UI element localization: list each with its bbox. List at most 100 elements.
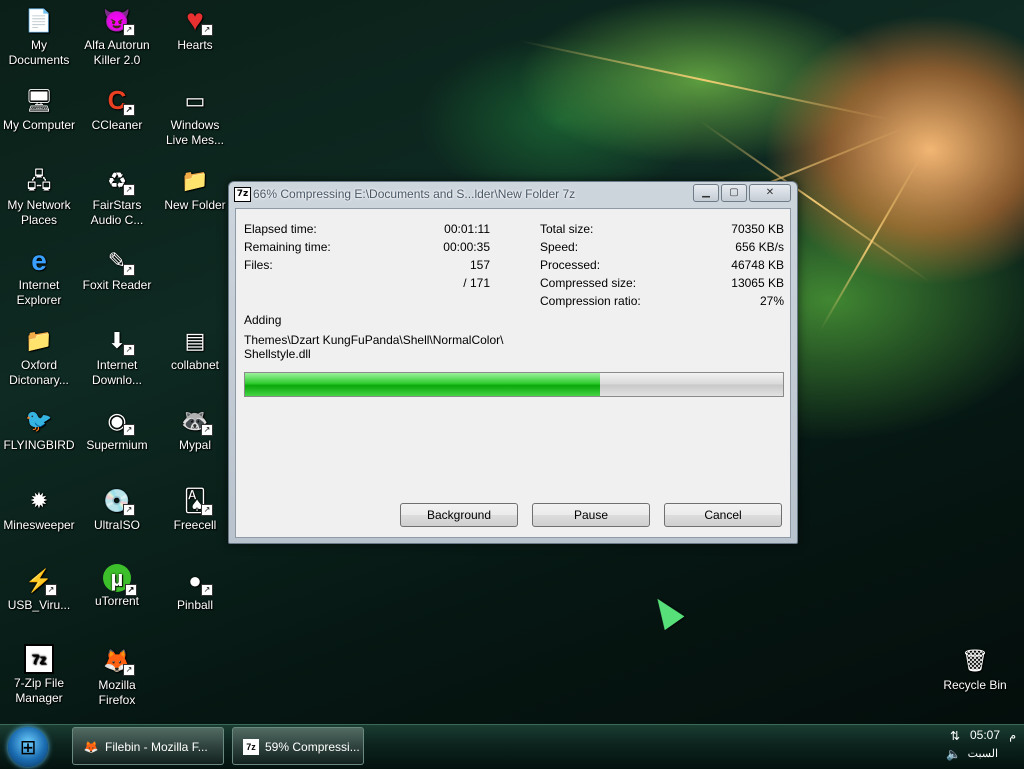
- total-size-label: Total size:: [540, 222, 594, 236]
- desktop-icon-alfa-autorun[interactable]: 😈 ↗ Alfa Autorun Killer 2.0: [77, 4, 157, 68]
- freecell-icon: 🂡 ↗: [179, 484, 213, 516]
- speed-label: Speed:: [540, 240, 579, 254]
- desktop-icon-internet-download[interactable]: ⬇ ↗ Internet Downlo...: [77, 324, 157, 388]
- shortcut-arrow-icon: ↗: [123, 664, 135, 676]
- fairstars-icon: ♻ ↗: [101, 164, 135, 196]
- desktop-icon-utorrent[interactable]: µ ↗ uTorrent: [77, 564, 157, 609]
- windows-logo-icon: ⊞: [19, 735, 37, 759]
- compression-progress-bar: [244, 372, 784, 397]
- desktop-icon-pinball[interactable]: ● ↗ Pinball: [155, 564, 235, 613]
- desktop-icon-minesweeper[interactable]: ✹ Minesweeper: [0, 484, 79, 533]
- desktop-icon-windows-live-messenger[interactable]: ▭ Windows Live Mes...: [155, 84, 235, 148]
- desktop-icon-hearts[interactable]: ♥ ↗ Hearts: [155, 4, 235, 53]
- desktop-icon-label: Mypal: [178, 438, 211, 452]
- desktop-icon-internet-explorer[interactable]: e Internet Explorer: [0, 244, 79, 308]
- ultraiso-icon: 💿 ↗: [101, 484, 135, 516]
- taskbar-item-7zip[interactable]: 7z 59% Compressi...: [232, 727, 364, 765]
- desktop-icon-label: 7-Zip File Manager: [13, 676, 64, 705]
- supermium-icon: ◉ ↗: [101, 404, 135, 436]
- start-button[interactable]: ⊞: [8, 727, 48, 767]
- shortcut-arrow-icon: ↗: [123, 24, 135, 36]
- processed-value: 46748 KB: [731, 258, 784, 272]
- shortcut-arrow-icon: ↗: [123, 264, 135, 276]
- desktop-icon-label: UltraISO: [93, 518, 140, 532]
- shortcut-arrow-icon: ↗: [123, 504, 135, 516]
- shortcut-arrow-icon: ↗: [123, 184, 135, 196]
- desktop-icon-oxford-dictionary[interactable]: 📁 Oxford Dictonary...: [0, 324, 79, 388]
- total-size-row: Total size: 70350 KB: [540, 221, 784, 237]
- system-tray: ⇅ 🔈 05:07 م السبت: [928, 725, 1024, 769]
- desktop-icon-foxit-reader[interactable]: ✎ ↗ Foxit Reader: [77, 244, 157, 293]
- desktop-icon-7zip-manager[interactable]: 7z 7-Zip File Manager: [0, 644, 79, 706]
- speaker-icon[interactable]: 🔈: [946, 747, 961, 761]
- desktop-icon-fairstars[interactable]: ♻ ↗ FairStars Audio C...: [77, 164, 157, 228]
- files-label: Files:: [244, 258, 273, 272]
- desktop-icon-label: uTorrent: [94, 594, 140, 608]
- desktop-icon-flyingbird[interactable]: 🐦 FLYINGBIRD: [0, 404, 79, 453]
- remaining-label: Remaining time:: [244, 240, 331, 254]
- shortcut-arrow-icon: ↗: [123, 344, 135, 356]
- desktop-icon-ccleaner[interactable]: C ↗ CCleaner: [77, 84, 157, 133]
- window-controls: ▁ ▢ ✕: [691, 184, 791, 202]
- dialog-title: 66% Compressing E:\Documents and S...lde…: [253, 187, 576, 201]
- elapsed-label: Elapsed time:: [244, 222, 317, 236]
- desktop-icon-label: New Folder: [164, 198, 226, 212]
- taskbar-item-firefox[interactable]: 🦊 Filebin - Mozilla F...: [72, 727, 224, 765]
- total-size-value: 70350 KB: [731, 222, 784, 236]
- remaining-row: Remaining time: 00:00:35: [244, 239, 490, 255]
- pause-button[interactable]: Pause: [532, 503, 650, 527]
- desktop-icon-label: Recycle Bin: [943, 678, 1007, 692]
- clock-time[interactable]: 05:07: [970, 728, 1000, 742]
- compression-ratio-label: Compression ratio:: [540, 294, 641, 308]
- taskbar-item-label: 59% Compressi...: [265, 740, 360, 754]
- background-button[interactable]: Background: [400, 503, 518, 527]
- desktop-icon-label: FairStars Audio C...: [90, 198, 144, 227]
- close-button[interactable]: ✕: [749, 184, 791, 202]
- shortcut-arrow-icon: ↗: [125, 584, 137, 596]
- cancel-button[interactable]: Cancel: [664, 503, 782, 527]
- compressed-size-value: 13065 KB: [731, 276, 784, 290]
- desktop-icon-my-documents[interactable]: 📄 My Documents: [0, 4, 79, 68]
- minimize-button[interactable]: ▁: [693, 184, 719, 202]
- firefox-icon: 🦊: [83, 740, 99, 754]
- desktop-icon-label: Oxford Dictonary...: [9, 358, 69, 387]
- desktop-icon-my-computer[interactable]: 🖥 My Computer: [0, 84, 79, 133]
- desktop-icon-new-folder[interactable]: 📁 New Folder: [155, 164, 235, 213]
- files-total-row: / 171: [244, 275, 490, 291]
- desktop-icon-label: My Network Places: [7, 198, 71, 227]
- speed-row: Speed: 656 KB/s: [540, 239, 784, 255]
- compression-ratio-value: 27%: [759, 294, 784, 308]
- 7zip-manager-icon: 7z: [24, 644, 54, 674]
- desktop-icon-supermium[interactable]: ◉ ↗ Supermium: [77, 404, 157, 453]
- current-path-line2: Shellstyle.dll: [244, 347, 311, 361]
- desktop-icon-freecell[interactable]: 🂡 ↗ Freecell: [155, 484, 235, 533]
- shortcut-arrow-icon: ↗: [201, 24, 213, 36]
- desktop-icon-firefox[interactable]: 🦊 ↗ Mozilla Firefox: [77, 644, 157, 708]
- clock-day: السبت: [967, 748, 998, 760]
- wallpaper-streak: [519, 40, 892, 121]
- desktop-icon-label: Internet Explorer: [16, 278, 62, 307]
- shortcut-arrow-icon: ↗: [45, 584, 57, 596]
- new-folder-icon: 📁: [181, 167, 209, 193]
- internet-download-icon: ⬇ ↗: [101, 324, 135, 356]
- dialog-titlebar[interactable]: 7z 66% Compressing E:\Documents and S...…: [229, 182, 797, 206]
- desktop-icon-mypal[interactable]: 🦝 ↗ Mypal: [155, 404, 235, 453]
- shortcut-arrow-icon: ↗: [201, 504, 213, 516]
- hearts-icon: ♥ ↗: [179, 4, 213, 36]
- desktop-icon-label: My Documents: [8, 38, 70, 67]
- desktop-icon-ultraiso[interactable]: 💿 ↗ UltraISO: [77, 484, 157, 533]
- wallpaper-streak: [819, 157, 921, 332]
- compression-ratio-row: Compression ratio: 27%: [540, 293, 784, 309]
- my-computer-icon: 🖥: [25, 87, 53, 113]
- desktop-icon-usb-virus[interactable]: ⚡ ↗ USB_Viru...: [0, 564, 79, 613]
- progress-fill: [245, 373, 601, 396]
- desktop-icon-label: Foxit Reader: [82, 278, 152, 292]
- desktop-icon-collabnet[interactable]: ▤ collabnet: [155, 324, 235, 373]
- desktop-icon-my-network-places[interactable]: 🖧 My Network Places: [0, 164, 79, 228]
- network-icon[interactable]: ⇅: [950, 729, 960, 743]
- maximize-button[interactable]: ▢: [721, 184, 747, 202]
- taskbar-item-label: Filebin - Mozilla F...: [105, 740, 208, 754]
- desktop-icon-recycle-bin[interactable]: 🗑 Recycle Bin: [935, 644, 1015, 693]
- usb-virus-icon: ⚡ ↗: [23, 564, 57, 596]
- adding-label: Adding: [244, 313, 282, 327]
